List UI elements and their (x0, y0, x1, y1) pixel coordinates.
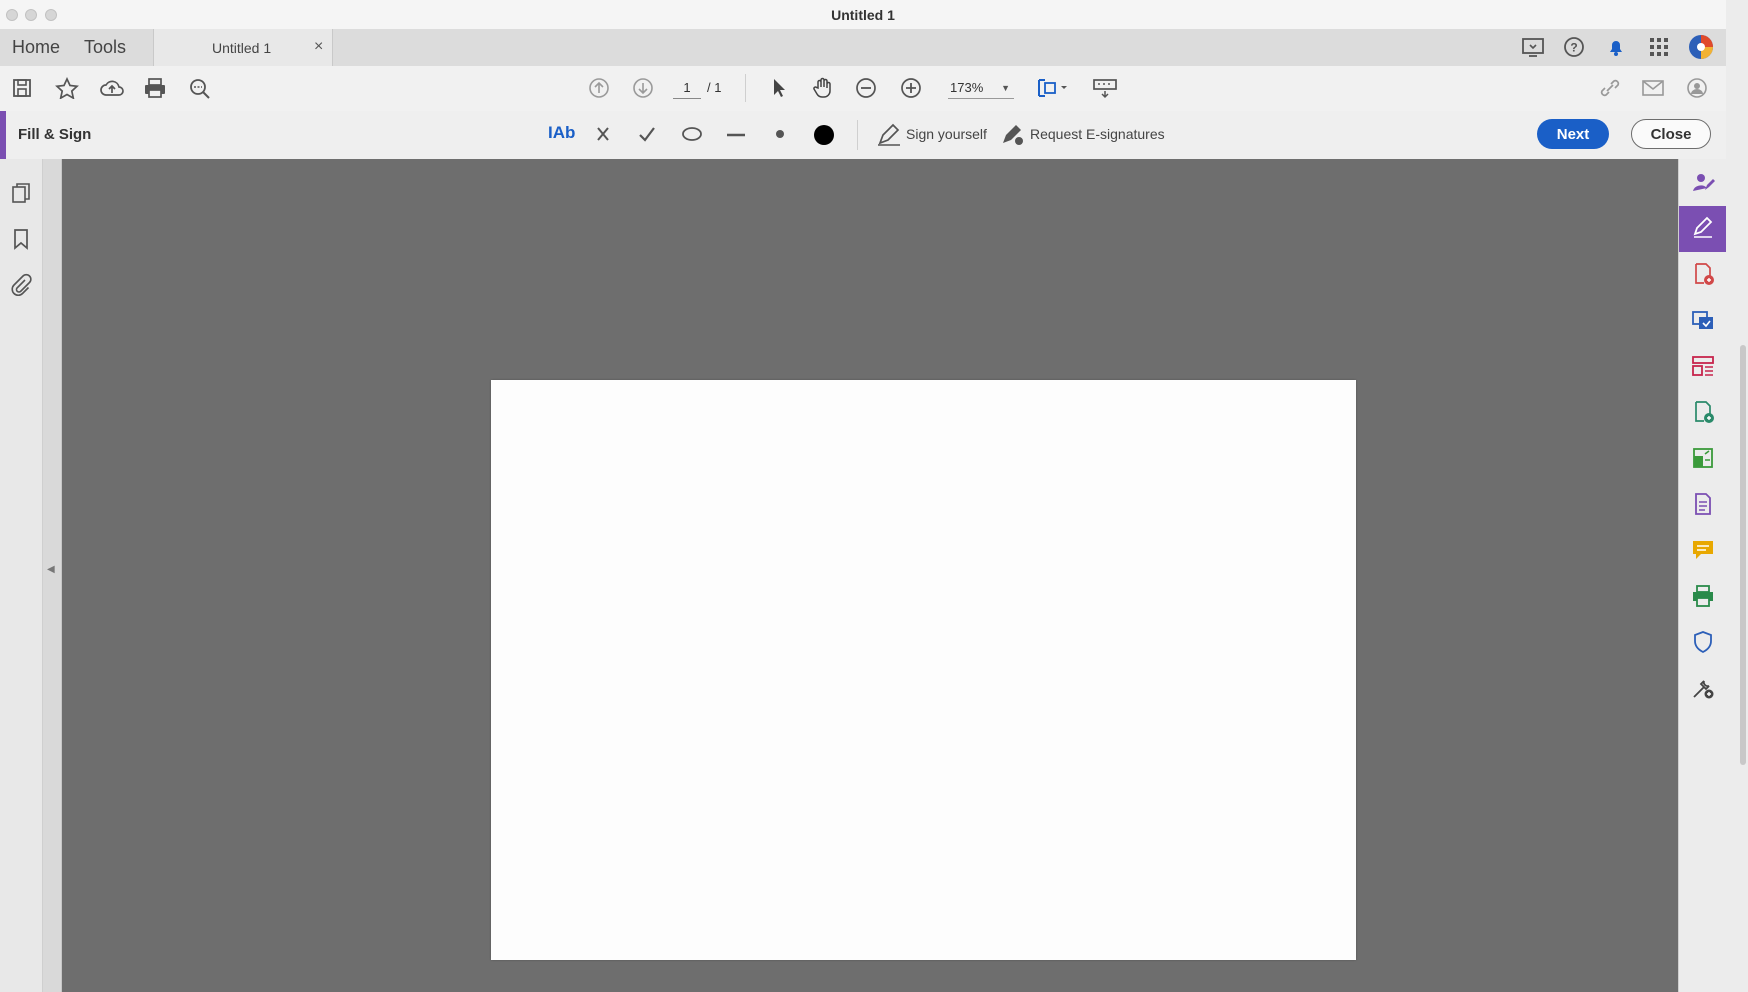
window-scrollbar-thumb[interactable] (1740, 345, 1746, 765)
add-text-tool[interactable]: IAb (548, 123, 575, 143)
search-zoom-icon[interactable] (188, 77, 212, 99)
checkmark-icon[interactable] (637, 124, 657, 144)
window-title: Untitled 1 (831, 7, 895, 23)
create-pdf-icon[interactable] (1691, 400, 1715, 424)
toolbar-divider (745, 74, 746, 102)
fill-sign-pen-icon[interactable] (1691, 216, 1715, 240)
cloud-upload-icon[interactable] (99, 77, 125, 99)
close-button[interactable]: Close (1631, 119, 1711, 149)
help-icon[interactable]: ? (1563, 36, 1585, 58)
email-icon[interactable] (1641, 77, 1665, 99)
print-icon[interactable] (143, 77, 167, 99)
zoom-out-icon[interactable] (855, 77, 877, 99)
compress-icon[interactable] (1691, 446, 1715, 470)
zoom-in-icon[interactable] (900, 77, 922, 99)
share-screen-icon[interactable] (1521, 36, 1545, 58)
collapse-pane-strip[interactable]: ◀ (43, 159, 62, 992)
collapse-arrow-icon[interactable]: ◀ (47, 564, 55, 575)
close-tab-button[interactable]: × (314, 38, 323, 56)
fill-sign-divider (857, 120, 858, 150)
sign-pen-icon[interactable] (876, 123, 902, 147)
page-thumbnails-icon[interactable] (9, 181, 33, 205)
previous-page-icon[interactable] (588, 77, 610, 99)
line-tool-icon[interactable] (725, 125, 747, 143)
protect-shield-icon[interactable] (1691, 630, 1715, 654)
pdf-page[interactable] (491, 380, 1356, 960)
notifications-bell-icon[interactable] (1605, 36, 1627, 58)
save-icon[interactable] (11, 77, 33, 99)
request-esign-icon[interactable] (999, 123, 1025, 147)
document-canvas (62, 159, 1678, 992)
star-icon[interactable] (55, 77, 79, 99)
sign-yourself-button[interactable]: Sign yourself (906, 126, 987, 142)
ellipse-tool-icon[interactable] (681, 125, 703, 143)
edit-pdf-icon[interactable] (1691, 308, 1715, 332)
select-cursor-icon[interactable] (769, 77, 789, 99)
chevron-down-icon: ▼ (1001, 83, 1010, 93)
comment-icon[interactable] (1691, 538, 1715, 562)
document-tab[interactable]: Untitled 1 × (153, 29, 333, 66)
dot-tool-icon[interactable] (773, 125, 787, 143)
fill-sign-user-icon[interactable] (1691, 170, 1715, 194)
apps-grid-icon[interactable] (1648, 36, 1670, 58)
next-page-icon[interactable] (632, 77, 654, 99)
more-tools-icon[interactable] (1691, 676, 1715, 700)
attachment-icon[interactable] (9, 273, 33, 297)
organize-pages-icon[interactable] (1691, 354, 1715, 378)
color-picker-icon[interactable] (812, 123, 836, 147)
tools-tab[interactable]: Tools (84, 37, 126, 58)
bookmark-icon[interactable] (9, 227, 33, 251)
fill-sign-accent (0, 111, 6, 159)
combine-files-icon[interactable] (1691, 492, 1715, 516)
export-pdf-icon[interactable] (1691, 262, 1715, 286)
app-window: Untitled 1 Home Tools Untitled 1 × ? 1 /… (0, 0, 1726, 992)
page-display-icon[interactable] (1036, 76, 1070, 100)
request-esignatures-button[interactable]: Request E-signatures (1030, 126, 1165, 142)
svg-text:?: ? (1570, 41, 1577, 55)
page-number-input[interactable]: 1 (673, 78, 701, 99)
fill-sign-toolbar: Fill & Sign IAb Sign yourself Request E-… (0, 111, 1726, 160)
left-navigation-pane (0, 159, 43, 992)
share-link-icon[interactable] (1598, 77, 1622, 99)
tab-bar: Home Tools Untitled 1 × ? (0, 29, 1726, 67)
page-total: / 1 (707, 80, 722, 95)
print-production-icon[interactable] (1691, 584, 1715, 608)
fill-sign-title: Fill & Sign (18, 126, 92, 143)
hand-tool-icon[interactable] (811, 76, 835, 100)
cross-mark-icon[interactable] (594, 124, 612, 144)
right-tools-pane (1678, 159, 1726, 992)
share-user-icon[interactable] (1685, 77, 1709, 99)
keyboard-tool-icon[interactable] (1092, 76, 1118, 100)
document-tab-label: Untitled 1 (212, 40, 272, 56)
main-toolbar: 1 / 1 173% ▼ (0, 66, 1726, 112)
next-button[interactable]: Next (1537, 119, 1609, 149)
title-bar: Untitled 1 (0, 0, 1726, 30)
home-tab[interactable]: Home (12, 37, 60, 58)
zoom-level-value: 173% (950, 80, 984, 95)
user-avatar-icon[interactable] (1688, 34, 1714, 60)
zoom-level-select[interactable]: 173% ▼ (948, 78, 1014, 99)
